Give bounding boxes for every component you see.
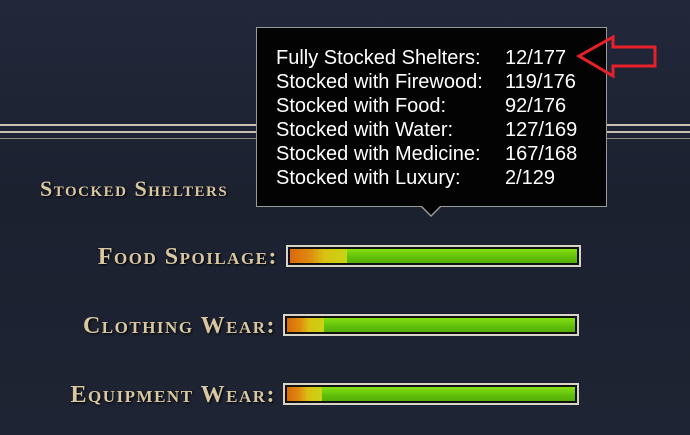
food-spoilage-bar <box>286 245 581 267</box>
tooltip-row-value: 127/169 <box>505 119 578 141</box>
tooltip-row-value: 2/129 <box>505 167 556 189</box>
clothing-wear-worn-segment <box>287 318 325 332</box>
equipment-wear-worn-segment <box>287 387 322 401</box>
tooltip-row-name: Stocked with Luxury: <box>276 167 461 189</box>
tooltip-row-name: Stocked with Firewood: <box>276 71 483 93</box>
food-spoilage-worn-segment <box>290 249 348 263</box>
left-arrow-outline-icon <box>575 34 657 79</box>
tooltip-pointer-fill <box>421 205 441 215</box>
tooltip-row-value: 167/168 <box>505 143 578 165</box>
clothing-wear-fill <box>287 318 575 332</box>
tooltip-row-value: 119/176 <box>505 71 576 93</box>
tooltip-row-value: 12/177 <box>505 47 567 69</box>
food-spoilage-label: Food Spoilage: <box>97 244 278 270</box>
tooltip-row-name: Stocked with Food: <box>276 95 447 117</box>
tooltip-row-name: Stocked with Water: <box>276 119 454 141</box>
equipment-wear-fill <box>287 387 575 401</box>
tooltip-row-name: Fully Stocked Shelters: <box>276 47 481 69</box>
tooltip-row-name: Stocked with Medicine: <box>276 143 481 165</box>
food-spoilage-fill <box>290 249 577 263</box>
tooltip-row-value: 92/176 <box>505 95 567 117</box>
stocked-shelters-label[interactable]: Stocked Shelters <box>40 176 228 202</box>
clothing-wear-bar <box>283 314 579 336</box>
equipment-wear-bar <box>283 383 579 405</box>
clothing-wear-label: Clothing Wear: <box>82 313 276 339</box>
equipment-wear-label: Equipment Wear: <box>70 382 276 408</box>
stocked-shelters-tooltip: Fully Stocked Shelters: 12/177 Stocked w… <box>256 27 607 207</box>
